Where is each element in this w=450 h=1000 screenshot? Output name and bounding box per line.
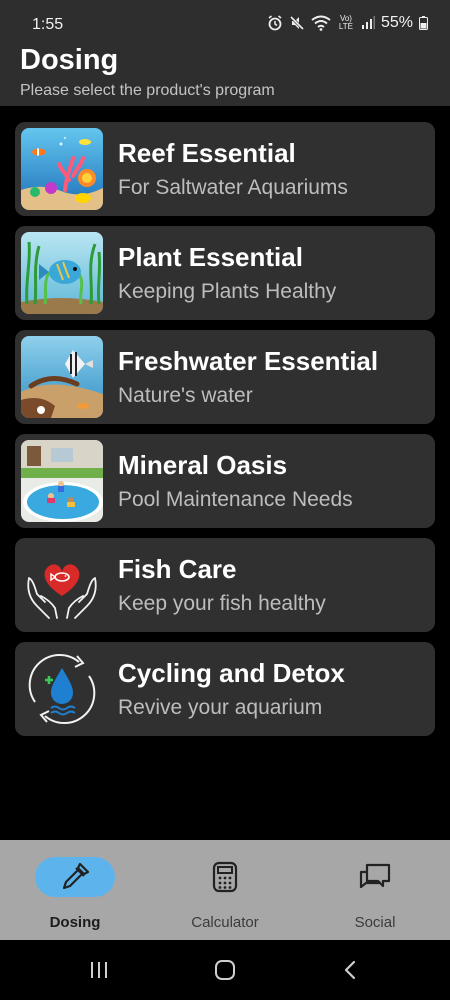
freshwater-thumbnail — [21, 336, 103, 418]
status-icons: Vo) LTE 55% — [267, 14, 428, 32]
page-title: Dosing — [20, 44, 119, 76]
plant-thumbnail — [21, 232, 103, 314]
program-subtitle: Nature's water — [118, 384, 253, 407]
chat-bubbles-icon — [355, 857, 395, 897]
nav-label: Social — [354, 914, 396, 931]
nav-calculator[interactable]: Calculator — [150, 840, 300, 940]
heart-fish-hands-icon — [21, 544, 103, 626]
program-card-cycling-and-detox[interactable]: Cycling and Detox Revive your aquarium — [15, 642, 435, 736]
program-card-fish-care[interactable]: Fish Care Keep your fish healthy — [15, 538, 435, 632]
nav-dosing[interactable]: Dosing — [0, 840, 150, 940]
system-navigation-bar — [0, 940, 450, 1000]
page-subtitle: Please select the product's program — [20, 82, 275, 99]
lte-icon: Vo) LTE — [338, 14, 353, 31]
program-subtitle: Pool Maintenance Needs — [118, 488, 353, 511]
home-icon[interactable] — [210, 955, 240, 985]
program-title: Plant Essential — [118, 242, 303, 272]
program-title: Reef Essential — [118, 138, 296, 168]
nav-label: Calculator — [191, 914, 259, 931]
calculator-icon — [205, 857, 245, 897]
wifi-icon — [311, 15, 331, 31]
bottom-navigation: Dosing Calculator Social — [0, 840, 450, 940]
program-subtitle: Keeping Plants Healthy — [118, 280, 337, 303]
nav-social[interactable]: Social — [300, 840, 450, 940]
program-card-freshwater-essential[interactable]: Freshwater Essential Nature's water — [15, 330, 435, 424]
battery-percent: 55% — [380, 14, 413, 31]
reef-thumbnail — [21, 128, 103, 210]
mute-icon — [289, 15, 305, 31]
program-title: Mineral Oasis — [118, 450, 288, 480]
recents-icon[interactable] — [84, 955, 114, 985]
program-card-plant-essential[interactable]: Plant Essential Keeping Plants Healthy — [15, 226, 435, 320]
program-card-mineral-oasis[interactable]: Mineral Oasis Pool Maintenance Needs — [15, 434, 435, 528]
program-subtitle: Keep your fish healthy — [118, 592, 326, 615]
water-drop-cycle-icon — [21, 648, 103, 730]
program-subtitle: Revive your aquarium — [118, 696, 323, 719]
program-title: Cycling and Detox — [118, 658, 345, 688]
back-icon[interactable] — [336, 955, 366, 985]
nav-label: Dosing — [49, 914, 101, 931]
program-title: Fish Care — [118, 554, 237, 584]
page-header: Dosing Please select the product's progr… — [0, 44, 450, 106]
status-time: 1:55 — [32, 16, 64, 33]
signal-icon — [361, 16, 375, 29]
pool-thumbnail — [21, 440, 103, 522]
dropper-icon — [55, 857, 95, 897]
program-title: Freshwater Essential — [118, 346, 379, 376]
program-subtitle: For Saltwater Aquariums — [118, 176, 348, 199]
battery-icon — [419, 16, 428, 30]
program-card-reef-essential[interactable]: Reef Essential For Saltwater Aquariums — [15, 122, 435, 216]
program-list: Reef Essential For Saltwater Aquariums P… — [15, 122, 435, 746]
status-bar: 1:55 Vo) LTE 55% — [0, 0, 450, 44]
alarm-icon — [268, 15, 282, 31]
